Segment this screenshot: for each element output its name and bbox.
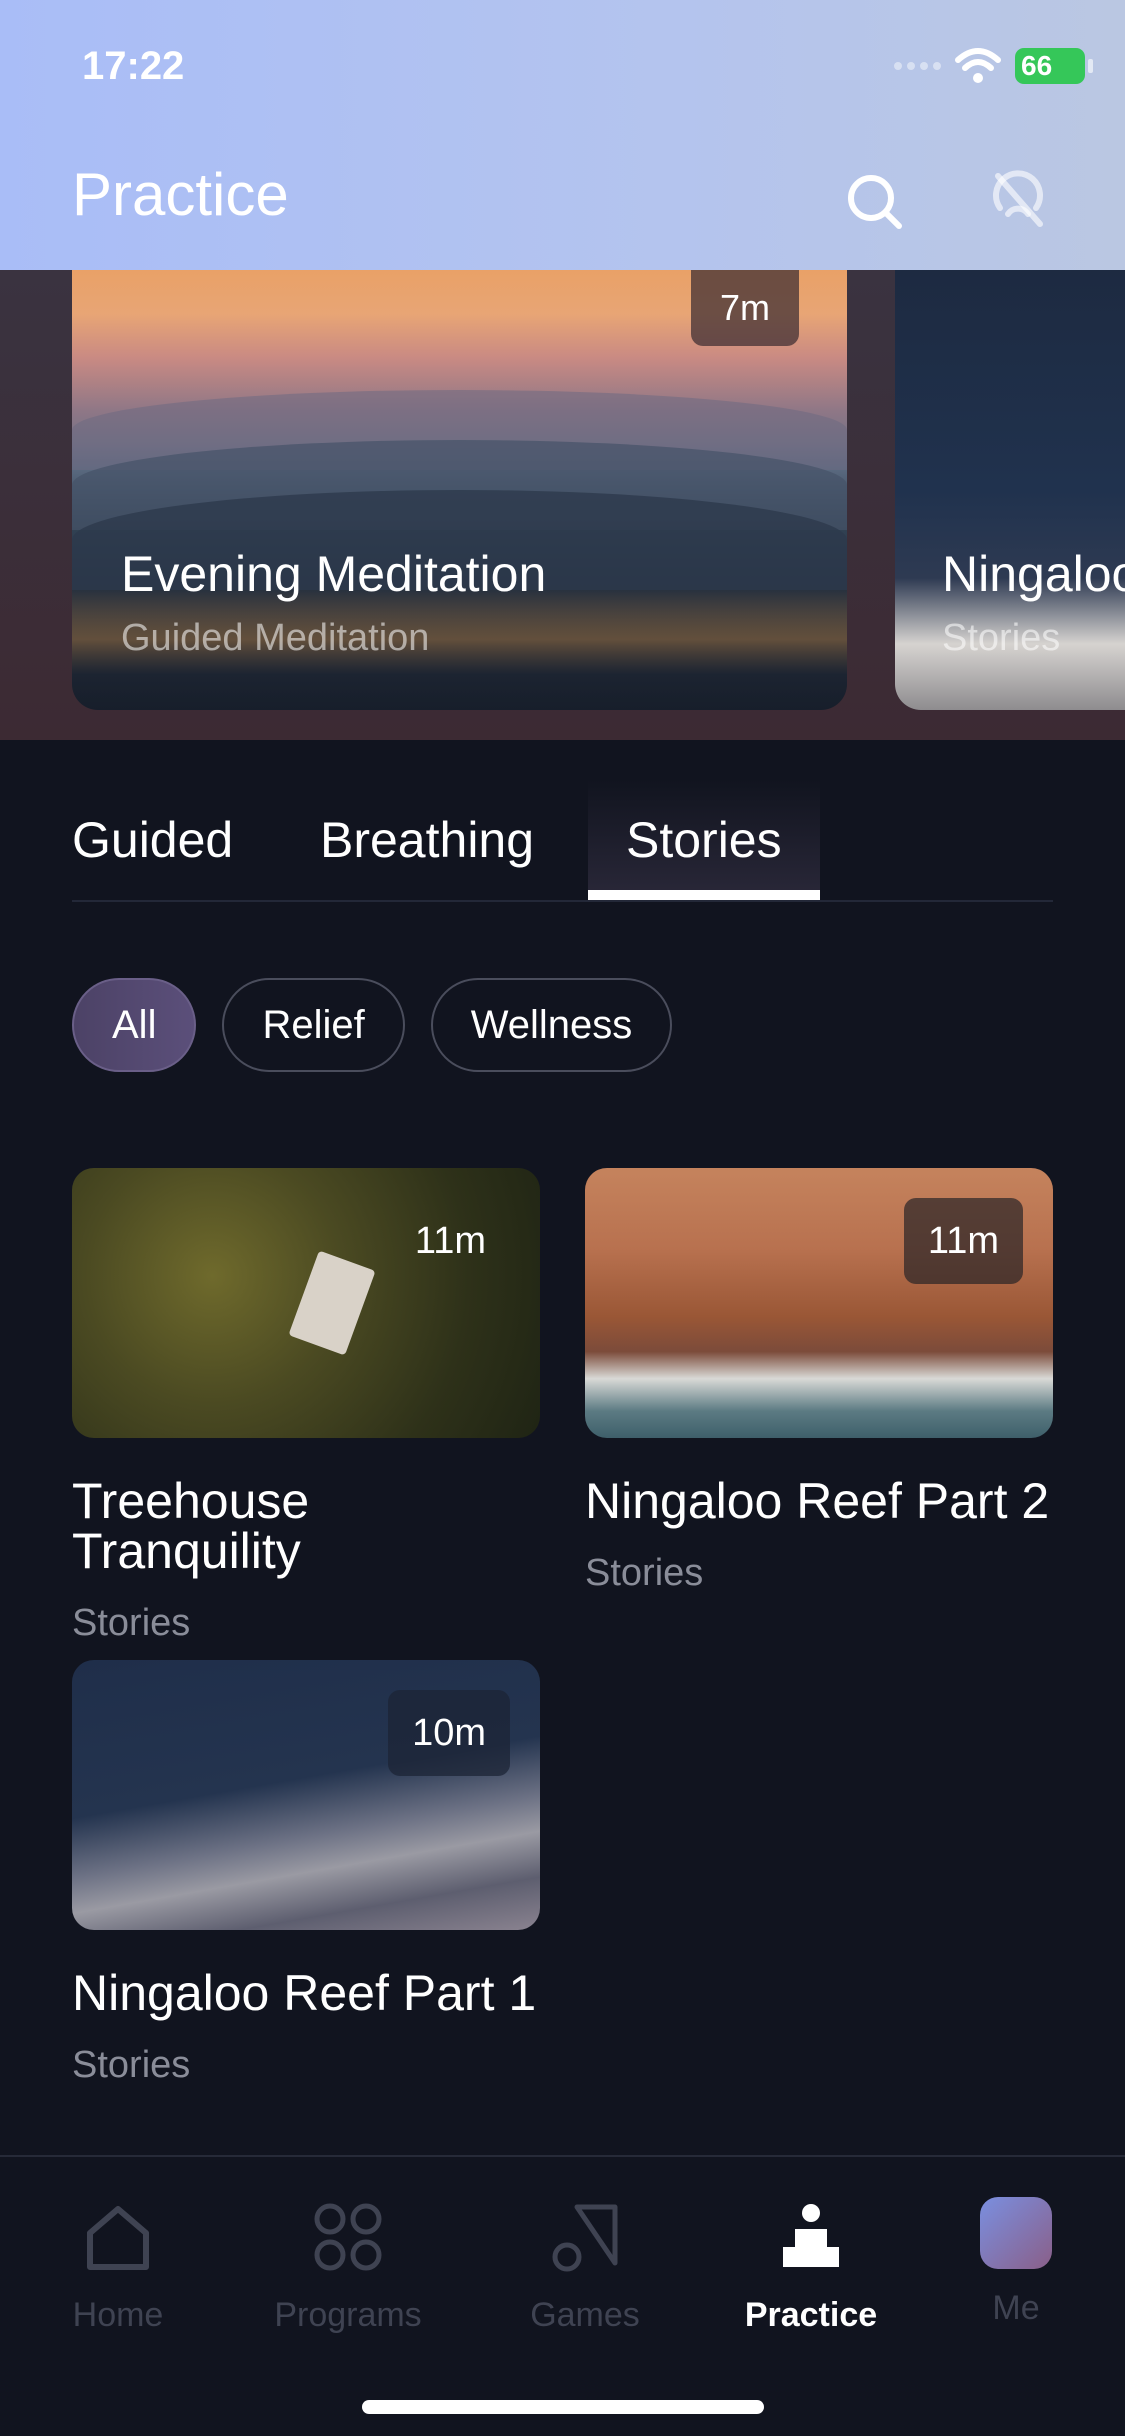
item-category: Stories bbox=[585, 1552, 704, 1594]
games-icon bbox=[552, 2204, 618, 2272]
list-item[interactable]: 10m Ningaloo Reef Part 1 Stories bbox=[72, 1660, 540, 2087]
header: 17:22 66 Practice bbox=[0, 0, 1125, 270]
tab-guided[interactable]: Guided bbox=[72, 780, 233, 900]
status-time: 17:22 bbox=[82, 44, 185, 88]
programs-icon bbox=[314, 2203, 382, 2271]
duration-badge: 11m bbox=[414, 1219, 486, 1262]
bottom-tab-bar: Home Programs Games Practice Me bbox=[0, 2155, 1125, 2436]
featured-title: Ningaloo bbox=[942, 546, 1125, 602]
list-item[interactable]: 11m Ningaloo Reef Part 2 Stories bbox=[585, 1168, 1053, 1595]
thumbnail: 11m bbox=[72, 1168, 540, 1438]
nav-programs[interactable]: Programs bbox=[248, 2197, 448, 2335]
filter-chip-relief[interactable]: Relief bbox=[222, 978, 405, 1072]
home-indicator[interactable] bbox=[362, 2400, 764, 2414]
search-icon[interactable] bbox=[845, 172, 905, 232]
list-item[interactable]: 11m Treehouse Tranquility Stories bbox=[72, 1168, 540, 1645]
home-icon bbox=[87, 2206, 149, 2270]
nav-home[interactable]: Home bbox=[18, 2197, 218, 2335]
category-tabs: Guided Breathing Stories bbox=[72, 780, 1053, 902]
item-title: Treehouse Tranquility bbox=[72, 1473, 310, 1579]
item-title: Ningaloo Reef Part 1 bbox=[72, 1965, 537, 2021]
duration-badge: 10m bbox=[388, 1690, 510, 1776]
featured-subtitle: Stories bbox=[942, 617, 1061, 659]
thumbnail: 11m bbox=[585, 1168, 1053, 1438]
wifi-icon bbox=[955, 48, 1001, 83]
featured-title: Evening Meditation bbox=[121, 546, 547, 602]
nav-me[interactable]: Me bbox=[916, 2197, 1116, 2328]
filter-chip-all[interactable]: All bbox=[72, 978, 197, 1072]
featured-subtitle: Guided Meditation bbox=[121, 617, 430, 659]
duration-badge: 11m bbox=[903, 1198, 1023, 1284]
tab-stories[interactable]: Stories bbox=[588, 780, 820, 900]
item-title: Ningaloo Reef Part 2 bbox=[585, 1473, 1050, 1529]
nav-label: Programs bbox=[274, 2296, 422, 2334]
featured-carousel[interactable]: 7m Evening Meditation Guided Meditation … bbox=[0, 270, 1125, 740]
nav-label: Me bbox=[992, 2289, 1040, 2327]
duration-badge: 7m bbox=[691, 270, 799, 346]
item-category: Stories bbox=[72, 1602, 191, 1644]
battery-level: 66 bbox=[1021, 50, 1053, 81]
featured-card[interactable]: 7m Evening Meditation Guided Meditation bbox=[72, 270, 847, 710]
cellular-signal-icon bbox=[894, 62, 941, 70]
nav-label: Practice bbox=[744, 2296, 878, 2334]
page-title: Practice bbox=[72, 161, 289, 228]
nav-games[interactable]: Games bbox=[485, 2197, 685, 2335]
avatar bbox=[980, 2197, 1052, 2269]
nav-practice[interactable]: Practice bbox=[711, 2197, 911, 2335]
featured-card[interactable]: Ningaloo Stories bbox=[895, 270, 1125, 710]
practice-icon bbox=[783, 2204, 839, 2267]
battery-icon: 66 bbox=[1015, 48, 1093, 84]
tab-breathing[interactable]: Breathing bbox=[320, 780, 534, 900]
filter-chips: All Relief Wellness bbox=[72, 978, 673, 1072]
filter-chip-wellness[interactable]: Wellness bbox=[430, 978, 673, 1072]
thumbnail: 10m bbox=[72, 1660, 540, 1930]
status-indicators: 66 bbox=[894, 48, 1093, 84]
nav-label: Home bbox=[72, 2296, 164, 2334]
item-category: Stories bbox=[72, 2044, 191, 2086]
airplay-off-icon[interactable] bbox=[986, 168, 1050, 232]
nav-label: Games bbox=[530, 2296, 640, 2334]
